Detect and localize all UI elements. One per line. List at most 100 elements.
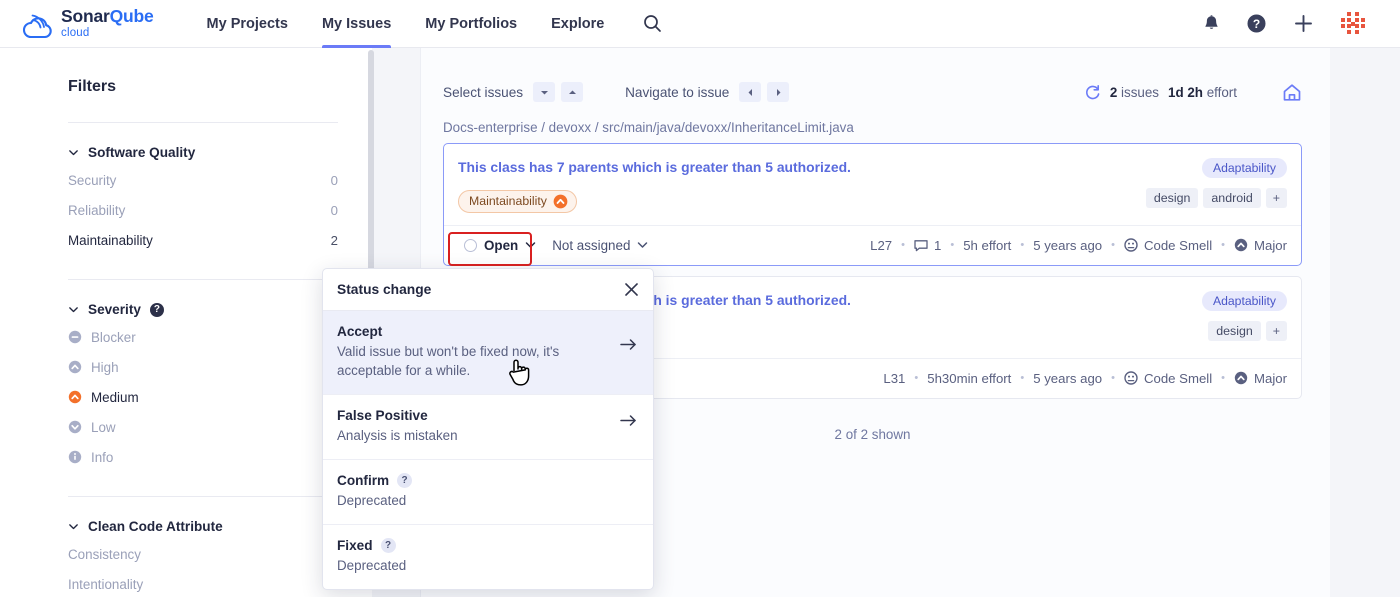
status-option-accept[interactable]: Accept Valid issue but won't be fixed no… [323, 311, 653, 395]
issue-tag[interactable]: design [1208, 321, 1261, 341]
facet-item-blocker[interactable]: Blocker [68, 322, 338, 352]
chevron-down-icon [68, 147, 79, 158]
create-new-button[interactable] [1293, 13, 1314, 34]
logo-subtitle: cloud [61, 28, 154, 40]
issue-footer: Open Not assigned L27 • [444, 225, 1301, 265]
issue-age: 5 years ago [1033, 371, 1102, 386]
status-option-description: Valid issue but won't be fixed now, it's… [337, 342, 610, 380]
facet-item-maintainability[interactable]: Maintainability 2 [68, 225, 338, 255]
navigate-previous-button[interactable] [739, 82, 761, 102]
help-button[interactable]: ? [1246, 13, 1267, 34]
select-issues-up-button[interactable] [561, 82, 583, 102]
select-issues-down-button[interactable] [533, 82, 555, 102]
issue-tags-more-button[interactable]: + [1266, 188, 1287, 208]
status-option-false-positive[interactable]: False Positive Analysis is mistaken [323, 395, 653, 460]
facet-item-high[interactable]: High [68, 352, 338, 382]
issue-tag[interactable]: design [1146, 188, 1199, 208]
severity-help-icon[interactable]: ? [150, 303, 164, 317]
issue-status-label: Open [484, 238, 518, 253]
facet-item-medium[interactable]: Medium [68, 382, 338, 412]
issue-status-dropdown[interactable]: Open [458, 235, 542, 256]
issue-side-meta: Adaptability design + [1202, 291, 1287, 346]
status-option-title: Confirm [337, 473, 389, 488]
issue-meta: L27 • 1 • 5h effort • 5 years ago • [870, 238, 1287, 253]
meta-separator: • [950, 239, 954, 251]
issue-message[interactable]: This class has 7 parents which is greate… [458, 158, 1146, 177]
status-option-title-row: Fixed ? [337, 538, 637, 553]
issue-card[interactable]: This class has 7 parents which is greate… [443, 143, 1302, 266]
help-icon[interactable]: ? [397, 473, 412, 488]
issue-comments[interactable]: 1 [914, 238, 941, 253]
close-button[interactable] [624, 282, 639, 297]
meta-separator: • [901, 239, 905, 251]
issue-tag[interactable]: android [1203, 188, 1260, 208]
facet-item-intentionality[interactable]: Intentionality 0 [68, 569, 338, 597]
nav-links: My Projects My Issues My Portfolios Expl… [190, 0, 663, 48]
severity-major-icon [1234, 238, 1248, 252]
issue-attribute-pill[interactable]: Adaptability [1202, 158, 1287, 178]
issue-type: Code Smell [1124, 238, 1212, 253]
nav-item-explore[interactable]: Explore [534, 0, 621, 48]
facet-severity: Severity ? Blocker High [68, 280, 338, 472]
meta-separator: • [1020, 239, 1024, 251]
sonarqube-logo[interactable]: SonarQube cloud [20, 8, 154, 39]
issue-tags-more-button[interactable]: + [1266, 321, 1287, 341]
status-change-popup-title: Status change [337, 282, 624, 297]
issues-toolbar: Select issues Navigate to issue 2 issue [421, 48, 1330, 110]
facet-item-low[interactable]: Low [68, 412, 338, 442]
issue-assignee-dropdown[interactable]: Not assigned [552, 238, 648, 253]
code-smell-icon [1124, 238, 1138, 252]
status-option-description: Analysis is mistaken [337, 426, 610, 445]
home-button[interactable] [1282, 83, 1302, 102]
plus-icon [1293, 13, 1314, 34]
bell-icon [1203, 14, 1220, 33]
status-option-description: Deprecated [337, 556, 637, 575]
issue-software-quality-label: Maintainability [469, 194, 547, 208]
filters-title: Filters [68, 78, 338, 96]
status-option-fixed[interactable]: Fixed ? Deprecated [323, 525, 653, 589]
meta-separator: • [1221, 372, 1225, 384]
facet-item-reliability[interactable]: Reliability 0 [68, 195, 338, 225]
svg-text:?: ? [1253, 17, 1260, 31]
help-icon[interactable]: ? [381, 538, 396, 553]
issue-severity: Major [1234, 371, 1287, 386]
facet-header-severity[interactable]: Severity ? [68, 302, 338, 317]
nav-item-my-projects[interactable]: My Projects [190, 0, 305, 48]
facet-label: Severity [88, 302, 141, 317]
facet-item-label: Security [68, 173, 331, 188]
navigate-to-issue-label: Navigate to issue [625, 85, 729, 100]
issues-count-value: 2 [1110, 85, 1117, 100]
logo-name-sonar: Sonar [61, 6, 110, 26]
facet-header-clean-code-attribute[interactable]: Clean Code Attribute [68, 519, 338, 534]
caret-left-icon [747, 88, 754, 97]
refresh-icon[interactable] [1084, 84, 1101, 101]
status-option-confirm[interactable]: Confirm ? Deprecated [323, 460, 653, 525]
facet-label: Software Quality [88, 145, 195, 160]
chevron-down-icon [68, 304, 79, 315]
search-icon [643, 14, 662, 33]
issue-attribute-pill[interactable]: Adaptability [1202, 291, 1287, 311]
facet-item-security[interactable]: Security 0 [68, 165, 338, 195]
facet-item-label: Info [91, 450, 338, 465]
issue-meta: L31 • 5h30min effort • 5 years ago • [883, 371, 1287, 386]
nav-item-my-portfolios[interactable]: My Portfolios [408, 0, 534, 48]
breadcrumb[interactable]: Docs-enterprise / devoxx / src/main/java… [421, 110, 1330, 143]
facet-item-consistency[interactable]: Consistency [68, 539, 338, 569]
facet-clean-code-attribute: Clean Code Attribute Consistency Intenti… [68, 497, 338, 597]
issue-software-quality-badge[interactable]: Maintainability [458, 190, 577, 213]
facet-item-label: Medium [91, 390, 338, 405]
notifications-button[interactable] [1203, 14, 1220, 33]
facet-item-count: 0 [331, 173, 338, 188]
facet-item-count: 2 [331, 233, 338, 248]
nav-item-my-issues[interactable]: My Issues [305, 0, 408, 48]
navigate-next-button[interactable] [767, 82, 789, 102]
arrow-right-icon [620, 338, 637, 356]
issue-body: This class has 7 parents which is greate… [458, 158, 1146, 213]
facet-header-software-quality[interactable]: Software Quality [68, 145, 338, 160]
avatar[interactable] [1340, 11, 1366, 37]
facet-item-info[interactable]: Info [68, 442, 338, 472]
issue-type-label: Code Smell [1144, 371, 1212, 386]
issue-tags: design + [1208, 321, 1287, 341]
close-icon [624, 282, 639, 297]
search-button[interactable] [643, 14, 662, 33]
